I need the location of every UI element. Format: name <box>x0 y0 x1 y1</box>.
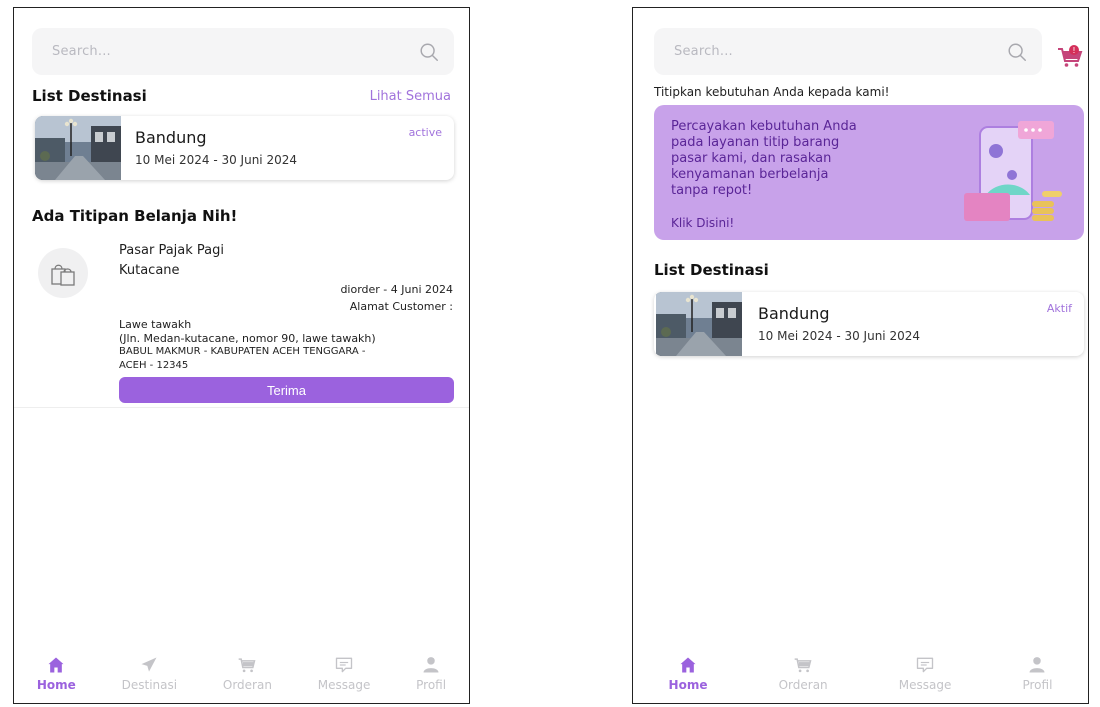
destination-dates: 10 Mei 2024 - 30 Juni 2024 <box>758 329 920 343</box>
nav-label: Message <box>898 678 952 692</box>
order-date: diorder - 4 Juni 2024 <box>340 283 453 296</box>
search-bar[interactable]: Search... <box>654 28 1042 75</box>
divider <box>14 407 469 408</box>
address-line-1: Lawe tawakh <box>119 318 192 331</box>
chat-icon <box>915 655 935 675</box>
nav-orderan[interactable]: Orderan <box>779 651 828 692</box>
nav-message[interactable]: Message <box>898 651 952 692</box>
nav-label: Message <box>317 678 371 692</box>
cart-icon <box>793 655 813 675</box>
cart-icon[interactable]: ! <box>1057 44 1083 68</box>
nav-label: Home <box>668 678 708 692</box>
destination-thumbnail <box>35 116 121 180</box>
banner-line: kenyamanan berbelanja <box>671 167 829 182</box>
nav-message[interactable]: Message <box>317 651 371 692</box>
cart-badge-count: ! <box>1072 46 1075 55</box>
nav-label: Profil <box>416 678 447 692</box>
banner-text: Percayakan kebutuhan Anda pada layanan t… <box>671 119 941 199</box>
address-line-2: (Jln. Medan-kutacane, nomor 90, lawe taw… <box>119 332 376 345</box>
nav-label: Orderan <box>222 678 272 692</box>
nav-orderan[interactable]: Orderan <box>223 651 272 692</box>
list-destinasi-title: List Destinasi <box>654 261 769 279</box>
order-avatar <box>38 248 88 298</box>
nav-label: Destinasi <box>121 678 178 692</box>
destination-name: Bandung <box>758 304 830 323</box>
order-section-title: Ada Titipan Belanja Nih! <box>32 207 238 225</box>
phone-wallet-illustration <box>964 121 1062 221</box>
destination-card[interactable]: Bandung 10 Mei 2024 - 30 Juni 2024 Aktif <box>654 292 1084 356</box>
shopping-bags-icon <box>51 264 75 286</box>
see-all-link[interactable]: Lihat Semua <box>370 89 451 104</box>
banner-link[interactable]: Klik Disini! <box>671 216 734 230</box>
destination-card[interactable]: Bandung 10 Mei 2024 - 30 Juni 2024 activ… <box>35 116 454 180</box>
address-line-3: BABUL MAKMUR - KABUPATEN ACEH TENGGARA - <box>119 346 366 357</box>
nav-home[interactable]: Home <box>668 651 708 692</box>
user-icon <box>421 655 441 675</box>
search-input[interactable]: Search... <box>674 44 1006 59</box>
banner-line: Percayakan kebutuhan Anda <box>671 119 857 134</box>
nav-profil[interactable]: Profil <box>416 651 446 692</box>
home-icon <box>678 655 698 675</box>
bottom-nav: Home Destinasi Orderan Message Profil <box>14 651 469 703</box>
cart-icon <box>237 655 257 675</box>
destination-thumbnail <box>654 292 744 356</box>
phone-screen-driver: Search... List Destinasi Lihat Semua Ban… <box>13 7 470 704</box>
intro-text: Titipkan kebutuhan Anda kepada kami! <box>654 85 890 99</box>
nav-profil[interactable]: Profil <box>1022 651 1052 692</box>
chat-icon <box>334 655 354 675</box>
user-icon <box>1027 655 1047 675</box>
banner-line: pada layanan titip barang <box>671 135 840 150</box>
destination-status: Aktif <box>1046 302 1072 315</box>
search-input[interactable]: Search... <box>52 44 418 59</box>
nav-label: Home <box>36 678 76 692</box>
banner-line: pasar kami, dan rasakan <box>671 151 832 166</box>
home-icon <box>46 655 66 675</box>
nav-label: Orderan <box>778 678 828 692</box>
search-icon[interactable] <box>1006 41 1028 63</box>
nav-label: Profil <box>1022 678 1053 692</box>
destination-status: active <box>408 126 442 139</box>
list-destinasi-title: List Destinasi <box>32 87 147 105</box>
search-bar[interactable]: Search... <box>32 28 454 75</box>
destination-dates: 10 Mei 2024 - 30 Juni 2024 <box>135 153 297 167</box>
order-market: Pasar Pajak Pagi <box>119 243 224 258</box>
nav-home[interactable]: Home <box>37 651 76 692</box>
address-label: Alamat Customer : <box>349 300 453 313</box>
nav-destinasi[interactable]: Destinasi <box>122 651 177 692</box>
destination-name: Bandung <box>135 128 207 147</box>
banner-line: tanpa repot! <box>671 183 753 198</box>
search-icon[interactable] <box>418 41 440 63</box>
accept-button[interactable]: Terima <box>119 377 454 403</box>
phone-screen-customer: Search... ! Titipkan kebutuhan Anda kepa… <box>632 7 1089 704</box>
order-city: Kutacane <box>119 263 180 278</box>
address-line-4: ACEH - 12345 <box>119 360 189 371</box>
send-icon <box>139 655 159 675</box>
bottom-nav: Home Orderan Message Profil <box>633 651 1088 703</box>
promo-banner[interactable]: Percayakan kebutuhan Anda pada layanan t… <box>654 105 1084 240</box>
